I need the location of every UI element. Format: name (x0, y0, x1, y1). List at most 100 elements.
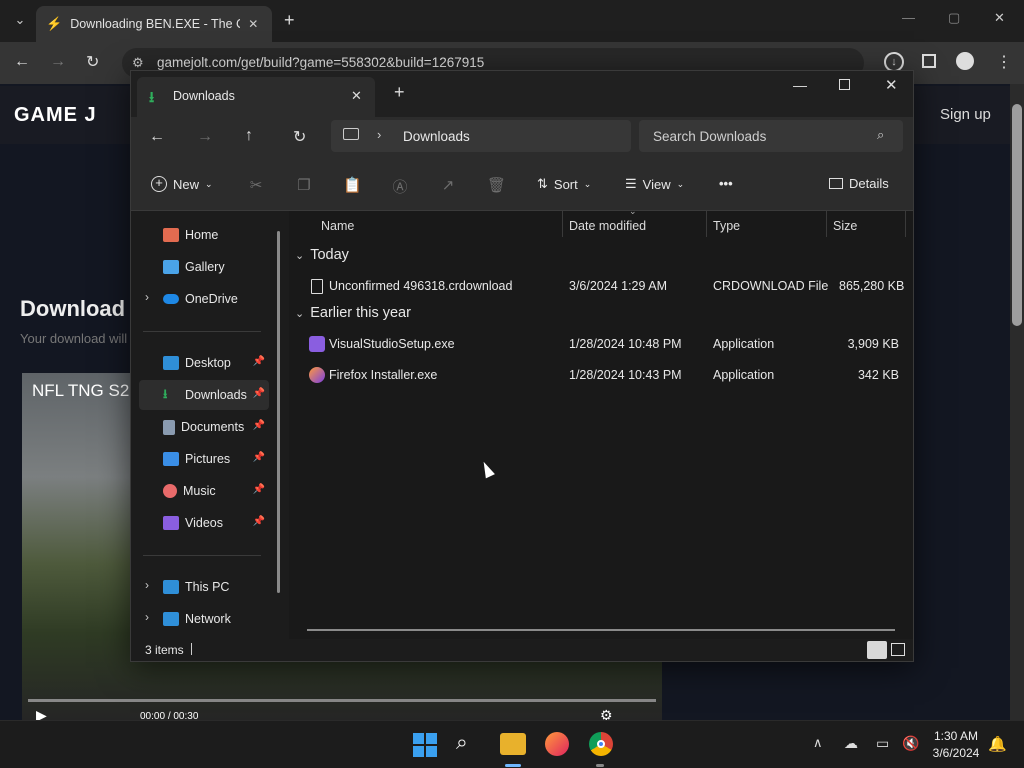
paste-icon[interactable]: 📋 (343, 176, 362, 194)
explorer-up-icon[interactable]: ↑ (245, 127, 253, 145)
tiles-view-icon[interactable] (891, 643, 905, 656)
copy-icon[interactable]: ❐ (295, 176, 313, 194)
new-tab-button[interactable]: + (284, 10, 295, 31)
rename-icon[interactable]: Ⓐ (391, 176, 409, 196)
column-name[interactable]: Name (321, 219, 354, 233)
search-icon[interactable]: ⌕ (877, 127, 884, 143)
file-row[interactable]: Unconfirmed 496318.crdownload 3/6/2024 1… (289, 271, 904, 301)
explorer-close-button[interactable]: ✕ (885, 76, 898, 94)
column-type[interactable]: Type (713, 219, 740, 233)
delete-icon[interactable]: 🗑 (487, 176, 506, 194)
column-divider[interactable] (826, 211, 827, 237)
search-input[interactable]: Search Downloads (653, 129, 766, 144)
explorer-minimize-button[interactable]: — (793, 77, 807, 93)
expand-chevron-icon[interactable]: › (145, 578, 149, 592)
volume-muted-icon[interactable]: 🔇 (902, 735, 919, 752)
share-icon[interactable]: ↗ (439, 176, 457, 194)
search-box[interactable]: Search Downloads ⌕ (639, 120, 903, 152)
explorer-forward-icon[interactable]: → (197, 128, 213, 146)
onedrive-tray-icon[interactable]: ☁ (844, 735, 858, 752)
close-button[interactable]: ✕ (994, 10, 1005, 26)
expand-chevron-icon[interactable]: › (145, 290, 149, 304)
file-row[interactable]: Firefox Installer.exe 1/28/2024 10:43 PM… (289, 360, 899, 390)
video-progress-bar[interactable] (28, 699, 656, 702)
tab-close-icon[interactable]: ✕ (248, 17, 258, 31)
group-header[interactable]: ⌄ Earlier this year (295, 305, 411, 321)
pin-icon[interactable]: 📌 (253, 356, 265, 367)
nav-home[interactable]: Home (139, 220, 269, 250)
page-scrollbar-thumb[interactable] (1012, 104, 1022, 326)
sort-button[interactable]: ⇅ Sort ⌄ (537, 176, 591, 192)
profile-avatar-icon[interactable] (956, 52, 974, 70)
nav-this-pc[interactable]: › This PC (139, 572, 269, 602)
show-hidden-icons-icon[interactable]: ∧ (813, 735, 823, 751)
nav-pictures[interactable]: Pictures 📌 (139, 444, 269, 474)
pin-icon[interactable]: 📌 (253, 420, 265, 431)
downloads-icon[interactable]: ↓ (884, 52, 904, 72)
nav-downloads[interactable]: ⭳ Downloads 📌 (139, 380, 269, 410)
this-pc-breadcrumb-icon[interactable] (343, 128, 359, 140)
nav-scrollbar[interactable] (277, 231, 280, 593)
clock-date[interactable]: 3/6/2024 (930, 746, 982, 760)
maximize-button[interactable]: ▢ (948, 10, 960, 26)
nav-label: Desktop (185, 356, 231, 370)
file-explorer-icon[interactable] (500, 733, 526, 755)
nav-label: OneDrive (185, 292, 238, 306)
column-size[interactable]: Size (833, 219, 857, 233)
notification-bell-icon[interactable]: 🔔 (988, 735, 1007, 753)
nav-documents[interactable]: Documents 📌 (139, 412, 269, 442)
nav-label: Music (183, 484, 216, 498)
explorer-tab[interactable]: ⭳ Downloads ✕ (137, 77, 375, 117)
tab-search-chevron-icon[interactable]: ⌄ (10, 12, 30, 30)
sign-up-link[interactable]: Sign up (940, 106, 991, 123)
explorer-tab-close-icon[interactable]: ✕ (351, 88, 362, 104)
explorer-new-tab-button[interactable]: + (394, 82, 405, 103)
nav-videos[interactable]: Videos 📌 (139, 508, 269, 538)
explorer-back-icon[interactable]: ← (149, 128, 165, 146)
firefox-taskbar-icon[interactable] (545, 732, 569, 756)
reload-icon[interactable]: ↻ (86, 52, 99, 72)
details-button[interactable]: Details (829, 176, 889, 191)
minimize-button[interactable]: — (902, 10, 915, 25)
clock-time[interactable]: 1:30 AM (930, 729, 982, 743)
nav-gallery[interactable]: Gallery (139, 252, 269, 282)
start-button-icon[interactable] (413, 733, 437, 757)
gamejolt-logo[interactable]: GAME J (14, 104, 97, 127)
explorer-maximize-button[interactable] (839, 79, 850, 90)
explorer-refresh-icon[interactable]: ↻ (293, 127, 306, 147)
column-divider[interactable] (562, 211, 563, 237)
breadcrumb-downloads[interactable]: Downloads (403, 129, 470, 144)
group-header[interactable]: ⌄ Today (295, 247, 349, 263)
pin-icon[interactable]: 📌 (253, 388, 265, 399)
nav-onedrive[interactable]: › OneDrive (139, 284, 269, 314)
breadcrumb-chevron-icon[interactable]: › (377, 127, 381, 142)
site-info-icon[interactable]: ⚙ (132, 55, 144, 71)
nav-network[interactable]: › Network (139, 604, 269, 634)
search-icon[interactable]: ⌕ (456, 731, 468, 755)
back-arrow-icon[interactable]: ← (14, 53, 30, 71)
forward-arrow-icon[interactable]: → (50, 53, 66, 71)
pin-icon[interactable]: 📌 (253, 484, 265, 495)
view-button[interactable]: ☰ View ⌄ (625, 176, 684, 192)
side-panel-icon[interactable] (922, 54, 936, 68)
new-button[interactable]: + New ⌄ (151, 176, 213, 192)
chrome-menu-icon[interactable]: ⋮ (996, 52, 1012, 72)
expand-chevron-icon[interactable]: › (145, 610, 149, 624)
details-view-icon[interactable] (867, 641, 887, 659)
more-options-button[interactable]: ••• (719, 176, 733, 191)
column-date-modified[interactable]: Date modified (569, 219, 646, 233)
pin-icon[interactable]: 📌 (253, 452, 265, 463)
horizontal-scrollbar[interactable] (307, 629, 895, 631)
column-divider[interactable] (905, 211, 906, 237)
browser-tab[interactable]: ⚡ Downloading BEN.EXE - The Co ✕ (36, 6, 272, 42)
pin-icon[interactable]: 📌 (253, 516, 265, 527)
file-type: Application (713, 337, 775, 351)
nav-desktop[interactable]: Desktop 📌 (139, 348, 269, 378)
nav-music[interactable]: Music 📌 (139, 476, 269, 506)
chevron-down-icon: ⌄ (676, 178, 685, 189)
network-tray-icon[interactable]: ▭ (876, 735, 889, 752)
cut-icon[interactable]: ✂ (247, 176, 265, 194)
file-row[interactable]: VisualStudioSetup.exe 1/28/2024 10:48 PM… (289, 329, 899, 359)
address-breadcrumb[interactable]: › Downloads (331, 120, 631, 152)
column-divider[interactable] (706, 211, 707, 237)
